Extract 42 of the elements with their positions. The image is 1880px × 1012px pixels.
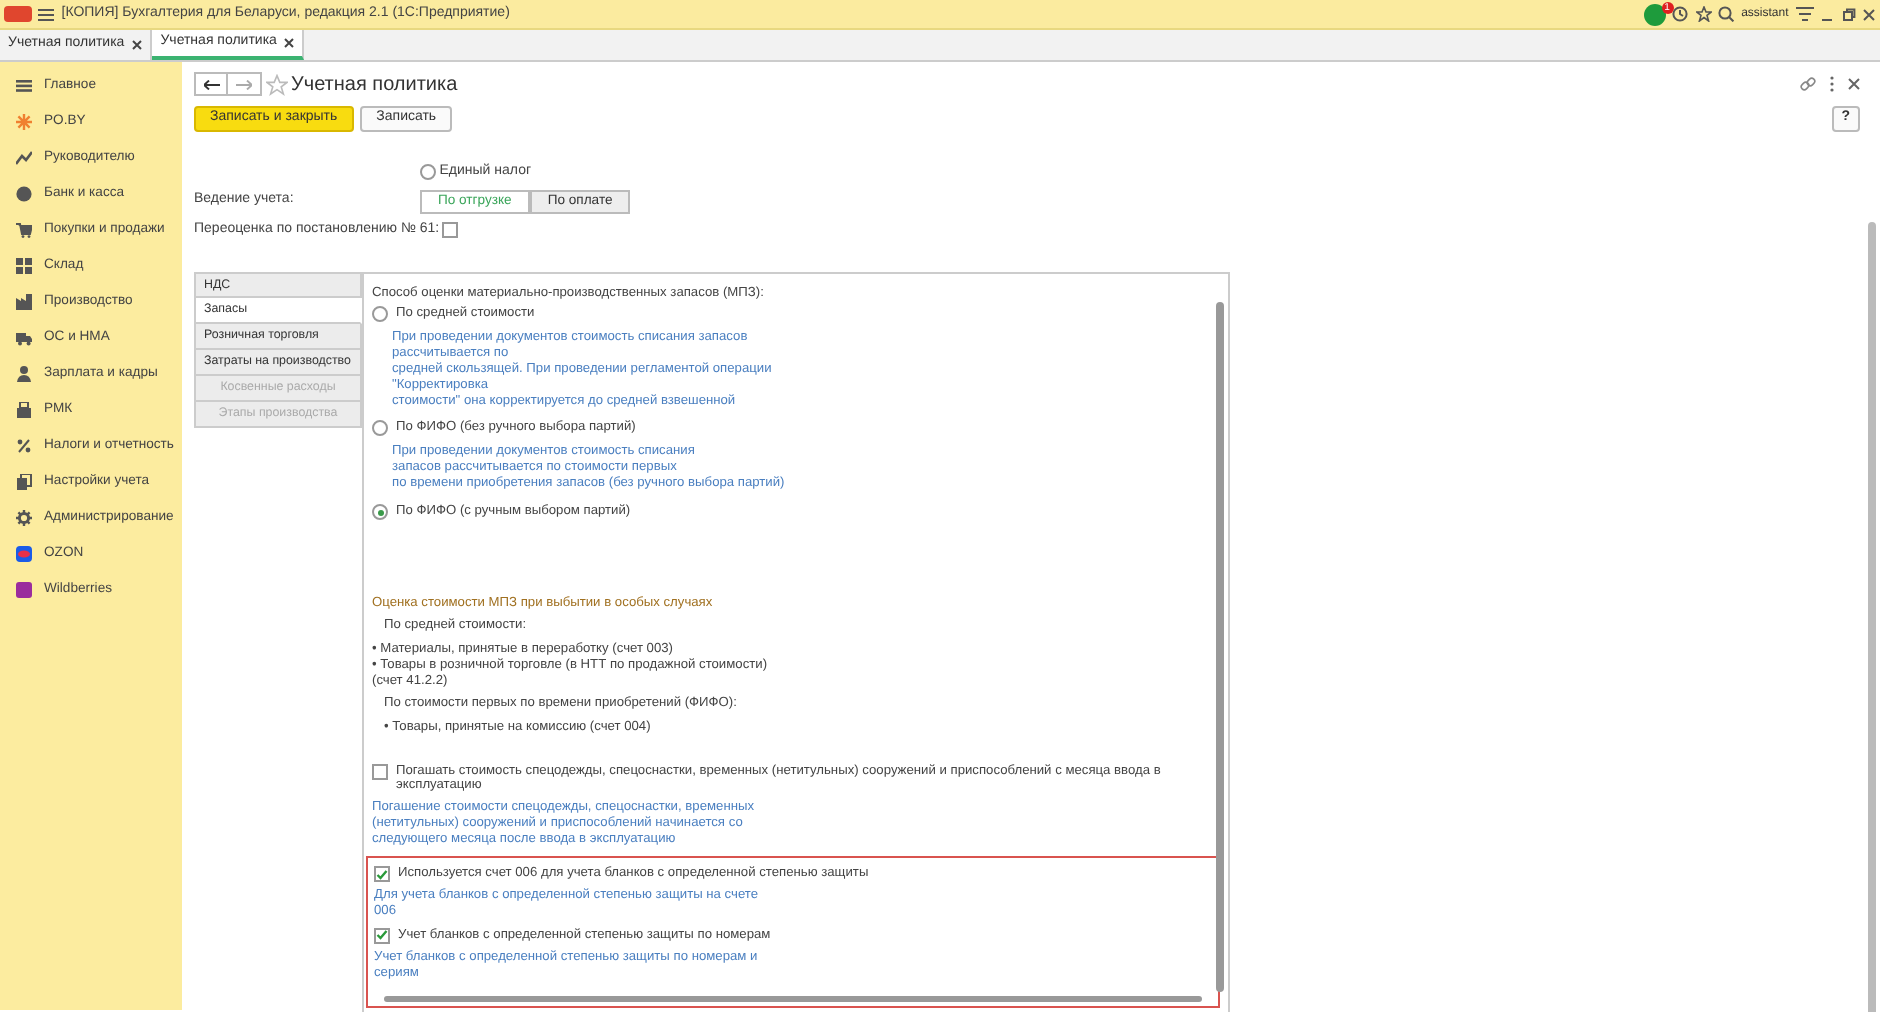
star-icon[interactable] <box>265 73 288 95</box>
search-icon[interactable] <box>1718 6 1735 22</box>
filter-icon[interactable] <box>1795 6 1814 22</box>
factory-icon <box>16 294 32 310</box>
tax-icon <box>16 438 32 454</box>
checkbox[interactable] <box>442 221 459 238</box>
checkbox[interactable] <box>372 763 388 779</box>
grid-icon <box>16 258 32 274</box>
list-icon <box>16 78 32 94</box>
marketplace-logo-icon <box>16 582 32 598</box>
close-icon[interactable] <box>132 40 143 50</box>
vertical-scrollbar[interactable] <box>1868 222 1876 1012</box>
logo-icon <box>3 6 32 22</box>
truck-icon <box>16 330 32 346</box>
horizontal-scrollbar[interactable] <box>384 995 1202 1002</box>
history-icon[interactable] <box>1672 6 1689 22</box>
arrow-left-icon <box>203 79 219 89</box>
radio-button[interactable] <box>372 504 388 521</box>
radio-button[interactable] <box>372 420 388 437</box>
marketplace-logo-icon <box>16 546 32 562</box>
radio-button[interactable] <box>420 164 436 181</box>
arrow-right-icon <box>236 79 252 89</box>
close-icon[interactable] <box>1848 78 1860 90</box>
restore-icon[interactable] <box>1841 7 1856 21</box>
checkbox[interactable] <box>374 866 390 883</box>
close-icon[interactable] <box>284 38 295 48</box>
link-icon[interactable] <box>1800 76 1816 92</box>
coin-icon <box>16 186 32 202</box>
cart-icon <box>16 222 32 238</box>
star-icon[interactable] <box>1695 6 1712 22</box>
close-icon[interactable] <box>1862 7 1877 21</box>
asterisk-icon <box>16 114 32 130</box>
back-button[interactable] <box>194 72 228 96</box>
checkbox[interactable] <box>374 927 390 944</box>
radio-button[interactable] <box>372 305 388 322</box>
person-icon <box>16 366 32 382</box>
vertical-scrollbar[interactable] <box>1216 302 1224 992</box>
form-title: Учетная политика <box>291 71 458 99</box>
folders-icon <box>16 474 32 490</box>
menu-icon[interactable] <box>38 7 55 21</box>
chart-icon <box>16 150 32 166</box>
gear-icon <box>16 510 32 526</box>
